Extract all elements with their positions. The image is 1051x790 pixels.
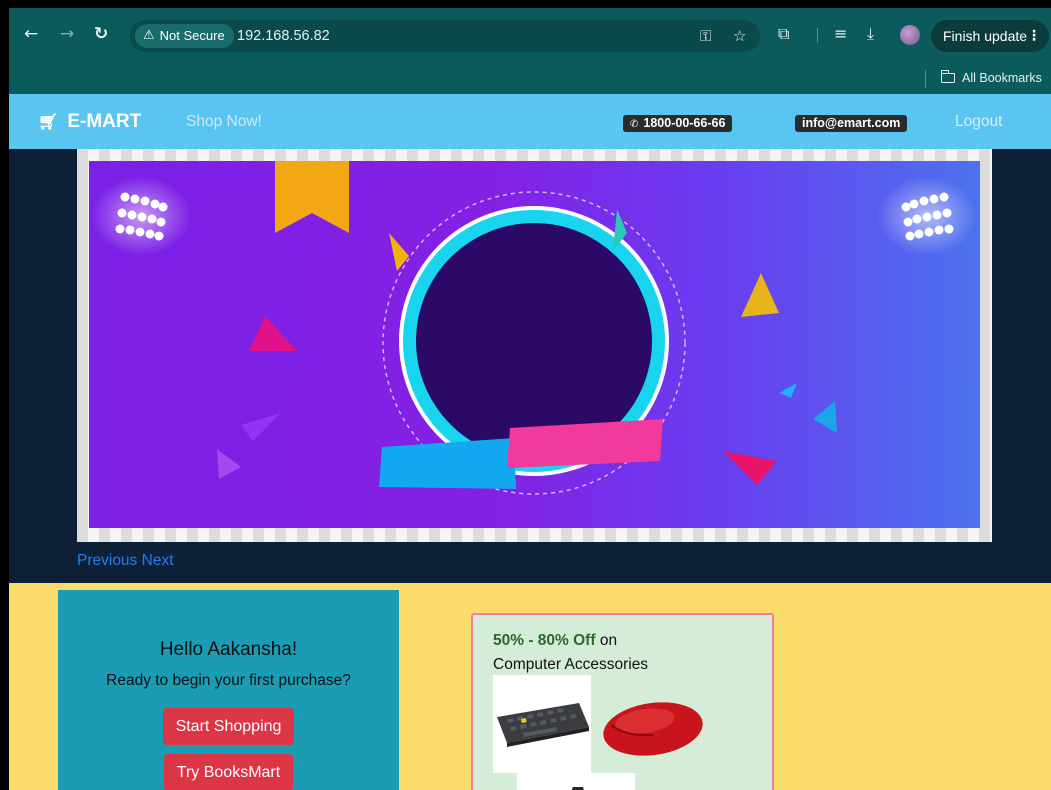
try-booksmart-button[interactable]: Try BooksMart	[164, 754, 293, 790]
security-label: Not Secure	[159, 28, 225, 43]
warning-icon: ⚠	[143, 28, 155, 43]
carousel-previous-link[interactable]: Previous	[77, 552, 137, 569]
offer-discount: 50% - 80% Off	[493, 632, 596, 649]
folder-icon	[940, 70, 955, 83]
floodlight-right-icon	[877, 176, 977, 256]
welcome-card: Hello Aakansha! Ready to begin your firs…	[58, 590, 399, 790]
phone-icon: ✆	[630, 119, 639, 130]
product-thumbnail	[517, 773, 635, 790]
all-bookmarks-button[interactable]: All Bookmarks	[940, 70, 1042, 86]
back-icon[interactable]: ←	[24, 24, 38, 44]
email-badge: info@emart.com	[795, 115, 908, 132]
offer-card[interactable]: 50% - 80% Off on Computer Accessories	[471, 613, 774, 790]
bookmarks-divider	[925, 70, 926, 88]
promo-section: Hello Aakansha! Ready to begin your firs…	[9, 583, 1051, 790]
profile-avatar[interactable]	[900, 25, 920, 45]
offer-category: Computer Accessories	[493, 656, 649, 673]
address-bar[interactable]: ⚠ Not Secure 192.168.56.82 ⚿ ☆	[130, 20, 760, 52]
floodlight-left-icon	[91, 176, 191, 256]
reload-icon[interactable]: ↻	[94, 24, 108, 44]
reading-list-icon[interactable]: ≡	[834, 24, 847, 44]
carousel-next-link[interactable]: Next	[142, 552, 174, 569]
logout-link[interactable]: Logout	[955, 113, 1002, 131]
brand-name: E-MART	[67, 111, 142, 132]
forward-icon[interactable]: →	[60, 24, 74, 44]
finish-update-label: Finish update	[943, 28, 1028, 44]
finish-update-button[interactable]: Finish update ⋮	[931, 20, 1049, 52]
all-bookmarks-label: All Bookmarks	[962, 71, 1042, 85]
phone-badge: ✆ 1800-00-66-66	[623, 115, 733, 132]
extensions-icon[interactable]: ⧉	[778, 24, 789, 44]
brand-link[interactable]: 🛒︎ E-MART	[38, 111, 141, 133]
star-icon[interactable]: ☆	[733, 27, 746, 45]
banner-image	[89, 161, 980, 528]
offer-on: on	[599, 632, 618, 649]
browser-window: ← → ↻ ⚠ Not Secure 192.168.56.82 ⚿ ☆ ⧉ ≡…	[9, 8, 1051, 790]
url-text[interactable]: 192.168.56.82	[237, 27, 330, 45]
download-icon[interactable]: ⤓	[867, 24, 874, 44]
browser-toolbar: ← → ↻ ⚠ Not Secure 192.168.56.82 ⚿ ☆ ⧉ ≡…	[9, 8, 1051, 62]
security-chip[interactable]: ⚠ Not Secure	[135, 24, 234, 48]
carousel-controls: Previous Next	[77, 552, 174, 570]
phone-number: 1800-00-66-66	[643, 116, 726, 130]
email-address: info@emart.com	[802, 116, 901, 130]
welcome-title: Hello Aakansha!	[159, 639, 298, 660]
hero-section: Previous Next	[9, 149, 1051, 583]
key-icon[interactable]: ⚿	[700, 27, 711, 45]
shop-now-link[interactable]: Shop Now!	[186, 113, 262, 131]
bookmarks-bar: All Bookmarks	[9, 62, 1051, 94]
more-menu-icon[interactable]: ⋮	[1027, 20, 1041, 52]
offer-headline: 50% - 80% Off on	[493, 631, 617, 651]
start-shopping-button[interactable]: Start Shopping	[163, 708, 294, 745]
keyboard-image	[493, 675, 591, 773]
cart-icon: 🛒︎	[38, 112, 59, 131]
welcome-subtitle: Ready to begin your first purchase?	[106, 672, 351, 689]
carousel-slide	[77, 149, 992, 542]
mouse-image	[597, 685, 709, 765]
toolbar-divider	[817, 28, 818, 42]
site-navbar: 🛒︎ E-MART Shop Now! ✆ 1800-00-66-66 info@…	[9, 94, 1051, 149]
